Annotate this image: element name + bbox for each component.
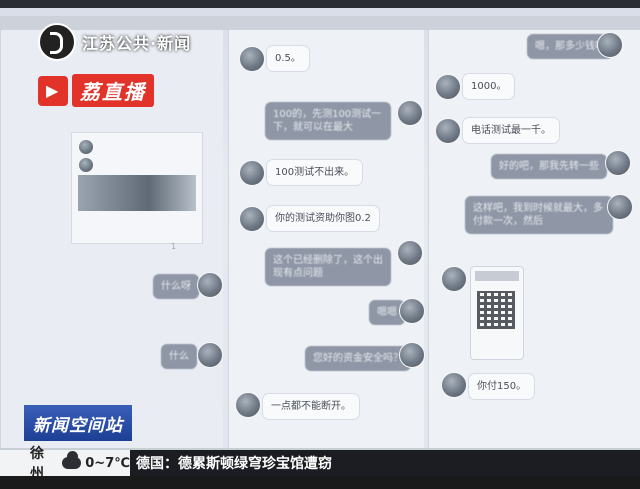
message-bubble: 什么 (161, 344, 197, 369)
avatar (239, 160, 265, 186)
like-count: 1 (171, 242, 177, 251)
cloud-icon (62, 451, 82, 469)
avatar (397, 240, 423, 266)
channel-logo-text: 江苏公共·新闻 (82, 34, 192, 53)
post-image (78, 175, 196, 211)
qr-header (475, 271, 519, 281)
message-bubble: 电话测试最一千。 (463, 118, 559, 143)
avatar (441, 372, 467, 398)
message-bubble: 100测试不出来。 (267, 160, 363, 185)
avatar (435, 74, 461, 100)
qr-code (477, 291, 515, 329)
avatar (399, 342, 425, 368)
avatar (597, 32, 623, 58)
channel-logo-icon (38, 23, 76, 61)
message-bubble: 你付150。 (469, 374, 535, 399)
message-bubble: 什么呀 (153, 274, 199, 299)
bottom-bar (0, 476, 640, 489)
middle-panel: 0.5。 100的，先测100测试一下，就可以在最大 100测试不出来。 你的测… (228, 30, 425, 448)
news-ticker: 徐州 0~7℃ 德国：德累斯顿绿穹珍宝馆遭窃 (0, 446, 640, 482)
avatar (441, 266, 467, 292)
avatar (239, 206, 265, 232)
app-logo-text: 荔直播 (72, 74, 154, 107)
play-icon (38, 75, 68, 106)
avatar (607, 194, 633, 220)
avatar (78, 157, 94, 173)
program-title: 新闻空间站 (24, 405, 132, 441)
channel-logo: 江苏公共·新闻 (38, 22, 191, 62)
app-logo: 荔直播 (38, 74, 154, 107)
right-panel: 嗯，那多少钱呢 1000。 电话测试最一千。 好的吧，那我先转一些 这样吧，我到… (428, 30, 640, 448)
payment-qr-card (470, 266, 524, 360)
message-bubble: 一点都不能断开。 (263, 394, 359, 419)
avatar (399, 298, 425, 324)
weather-temp: 0~7℃ (85, 455, 130, 471)
avatar (605, 150, 631, 176)
message-bubble: 这样吧，我到时候就最大，多付款一次，然后 (465, 196, 613, 234)
message-bubble: 0.5。 (267, 46, 309, 71)
message-bubble: 1000。 (463, 74, 515, 99)
message-bubble: 好的吧，那我先转一些 (491, 154, 607, 179)
post-card (71, 132, 203, 244)
avatar (235, 392, 261, 418)
weather-box: 徐州 0~7℃ (0, 446, 130, 482)
message-bubble: 这个已经删除了，这个出现有点问题 (265, 248, 391, 286)
avatar (197, 342, 223, 368)
message-bubble: 你的测试资助你图0.2 (267, 206, 379, 231)
avatar (78, 139, 94, 155)
message-bubble: 100的，先测100测试一下，就可以在最大 (265, 102, 391, 140)
avatar (435, 118, 461, 144)
avatar (197, 272, 223, 298)
avatar (239, 46, 265, 72)
message-bubble: 您好的资金安全吗？ (305, 346, 411, 371)
ticker-headline: 德国：德累斯顿绿穹珍宝馆遭窃 (136, 456, 332, 472)
avatar (397, 100, 423, 126)
